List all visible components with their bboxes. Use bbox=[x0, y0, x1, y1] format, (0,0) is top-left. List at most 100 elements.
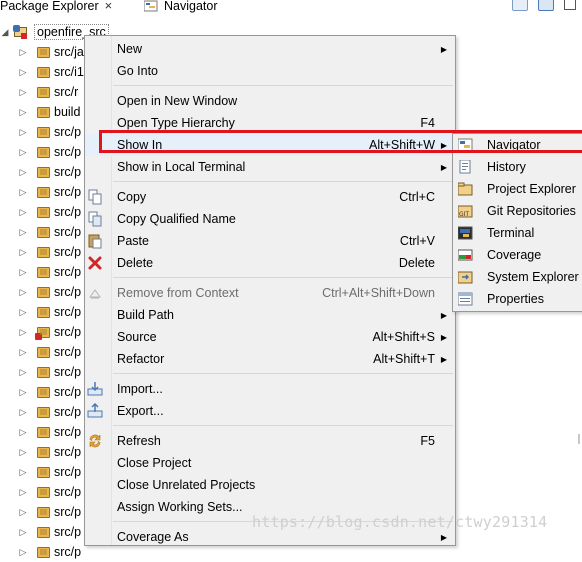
expand-arrow-icon[interactable]: ▷ bbox=[18, 87, 28, 98]
menu-item-remove-from-context[interactable]: Remove from Context Ctrl+Alt+Shift+Down bbox=[85, 282, 455, 304]
tree-item[interactable]: ▷ src/p bbox=[18, 302, 82, 322]
tree-item[interactable]: ▷ src/p bbox=[18, 542, 82, 562]
tree-item[interactable]: ▷ src/p bbox=[18, 482, 82, 502]
collapse-all-icon[interactable] bbox=[512, 0, 528, 11]
menu-item-source[interactable]: Source Alt+Shift+S ▶ bbox=[85, 326, 455, 348]
menu-item-import[interactable]: Import... bbox=[85, 378, 455, 400]
expand-arrow-icon[interactable]: ▷ bbox=[18, 247, 28, 258]
expand-arrow-icon[interactable]: ▷ bbox=[18, 127, 28, 138]
tree-item[interactable]: ▷ src/p bbox=[18, 282, 82, 302]
tree-item[interactable]: ▷ build bbox=[18, 102, 81, 122]
tree-item[interactable]: ▷ src/p bbox=[18, 502, 82, 522]
tree-item[interactable]: ▷ src/p bbox=[18, 322, 81, 342]
submenu-item-label: Project Explorer bbox=[487, 182, 576, 196]
menu-item-close-project[interactable]: Close Project bbox=[85, 452, 455, 474]
view-menu-icon[interactable] bbox=[564, 0, 576, 10]
menu-item-close-unrelated-projects[interactable]: Close Unrelated Projects bbox=[85, 474, 455, 496]
tree-item-label: src/p bbox=[54, 365, 82, 379]
expand-arrow-icon[interactable]: ▷ bbox=[18, 407, 28, 418]
tree-item[interactable]: ▷ src/p bbox=[18, 462, 82, 482]
expand-arrow-icon[interactable]: ▷ bbox=[18, 287, 28, 298]
expand-arrow-icon[interactable]: ▷ bbox=[18, 547, 28, 558]
menu-item-label: Source bbox=[117, 330, 157, 344]
menu-item-refresh[interactable]: Refresh F5 bbox=[85, 430, 455, 452]
tree-item[interactable]: ▷ src/p bbox=[18, 142, 82, 162]
expand-arrow-icon[interactable]: ▷ bbox=[18, 227, 28, 238]
package-folder-icon bbox=[37, 426, 50, 438]
tree-item[interactable]: ▷ src/p bbox=[18, 522, 82, 542]
expand-arrow-icon[interactable]: ▷ bbox=[18, 67, 28, 78]
submenu-item-label: Coverage bbox=[487, 248, 542, 262]
package-folder-icon bbox=[37, 466, 50, 478]
menu-item-label: Close Unrelated Projects bbox=[117, 478, 256, 492]
submenu-item-history[interactable]: History bbox=[453, 156, 582, 178]
expand-arrow-icon[interactable]: ▷ bbox=[18, 387, 28, 398]
menu-item-label: Remove from Context bbox=[117, 286, 239, 300]
menu-item-copy[interactable]: Copy Ctrl+C bbox=[85, 186, 455, 208]
package-folder-icon bbox=[37, 526, 50, 538]
expand-arrow-icon[interactable]: ▷ bbox=[18, 267, 28, 278]
submenu-item-label: System Explorer bbox=[487, 270, 579, 284]
expand-arrow-icon[interactable]: ▷ bbox=[18, 107, 28, 118]
tree-item[interactable]: ▷ src/ja bbox=[18, 42, 84, 62]
tree-item[interactable]: ▷ src/p bbox=[18, 202, 82, 222]
menu-item-export[interactable]: Export... bbox=[85, 400, 455, 422]
menu-item-copy-qualified-name[interactable]: Copy Qualified Name bbox=[85, 208, 455, 230]
history-icon bbox=[458, 159, 473, 174]
tree-item[interactable]: ▷ src/p bbox=[18, 442, 82, 462]
tree-item[interactable]: ▷ src/p bbox=[18, 262, 82, 282]
submenu-item-project-explorer[interactable]: Project Explorer bbox=[453, 178, 582, 200]
expand-arrow-icon[interactable]: ▷ bbox=[18, 427, 28, 438]
expand-arrow-icon[interactable]: ▷ bbox=[18, 527, 28, 538]
link-with-editor-icon[interactable] bbox=[538, 0, 554, 11]
expand-arrow-icon[interactable]: ▷ bbox=[18, 467, 28, 478]
expand-arrow-icon[interactable]: ▷ bbox=[18, 367, 28, 378]
tree-item[interactable]: ▷ src/p bbox=[18, 402, 82, 422]
tree-item[interactable]: ▷ src/p bbox=[18, 422, 82, 442]
menu-item-refactor[interactable]: Refactor Alt+Shift+T ▶ bbox=[85, 348, 455, 370]
expand-arrow-icon[interactable]: ▷ bbox=[18, 347, 28, 358]
tree-item[interactable]: ▷ src/i1 bbox=[18, 62, 84, 82]
tree-item[interactable]: ▷ src/r bbox=[18, 82, 79, 102]
menu-item-label: Assign Working Sets... bbox=[117, 500, 243, 514]
expand-arrow-icon[interactable]: ▷ bbox=[18, 207, 28, 218]
menu-item-new[interactable]: New ▶ bbox=[85, 38, 455, 60]
expand-arrow-icon[interactable]: ▷ bbox=[18, 487, 28, 498]
package-folder-icon bbox=[35, 326, 50, 340]
menu-item-build-path[interactable]: Build Path ▶ bbox=[85, 304, 455, 326]
expand-arrow-icon[interactable]: ▷ bbox=[18, 327, 28, 338]
tree-item-label: src/p bbox=[54, 145, 82, 159]
menu-item-label: Coverage As bbox=[117, 530, 189, 544]
tree-item[interactable]: ▷ src/p bbox=[18, 382, 82, 402]
expand-arrow-icon[interactable]: ▷ bbox=[18, 507, 28, 518]
expand-arrow-icon[interactable]: ▷ bbox=[18, 187, 28, 198]
collapse-arrow-icon[interactable]: ◢ bbox=[0, 27, 10, 38]
submenu-item-terminal[interactable]: Terminal bbox=[453, 222, 582, 244]
submenu-item-properties[interactable]: Properties bbox=[453, 288, 582, 310]
tab-navigator[interactable]: Navigator bbox=[143, 0, 218, 14]
tree-item[interactable]: ▷ src/p bbox=[18, 362, 82, 382]
expand-arrow-icon[interactable]: ▷ bbox=[18, 47, 28, 58]
submenu-item-system-explorer[interactable]: System Explorer bbox=[453, 266, 582, 288]
package-folder-icon bbox=[37, 46, 50, 58]
expand-arrow-icon[interactable]: ▷ bbox=[18, 147, 28, 158]
tree-item[interactable]: ▷ src/p bbox=[18, 182, 82, 202]
menu-item-go-into[interactable]: Go Into bbox=[85, 60, 455, 82]
tree-item[interactable]: ▷ src/p bbox=[18, 222, 82, 242]
tree-item[interactable]: ▷ src/p bbox=[18, 342, 82, 362]
menu-item-delete[interactable]: Delete Delete bbox=[85, 252, 455, 274]
expand-arrow-icon[interactable]: ▷ bbox=[18, 167, 28, 178]
submenu-item-git-repositories[interactable]: GIT Git Repositories bbox=[453, 200, 582, 222]
tree-item[interactable]: ▷ src/p bbox=[18, 162, 82, 182]
expand-arrow-icon[interactable]: ▷ bbox=[18, 447, 28, 458]
tab-package-explorer[interactable]: Package Explorer × bbox=[0, 0, 112, 14]
menu-item-paste[interactable]: Paste Ctrl+V bbox=[85, 230, 455, 252]
tree-item[interactable]: ▷ src/p bbox=[18, 122, 82, 142]
tree-item[interactable]: ▷ src/p bbox=[18, 242, 82, 262]
scroll-thumb[interactable] bbox=[578, 434, 580, 444]
expand-arrow-icon[interactable]: ▷ bbox=[18, 307, 28, 318]
close-icon[interactable]: × bbox=[105, 0, 113, 13]
submenu-item-coverage[interactable]: Coverage bbox=[453, 244, 582, 266]
menu-item-show-in-local-terminal[interactable]: Show in Local Terminal ▶ bbox=[85, 156, 455, 178]
menu-item-open-in-new-window[interactable]: Open in New Window bbox=[85, 90, 455, 112]
